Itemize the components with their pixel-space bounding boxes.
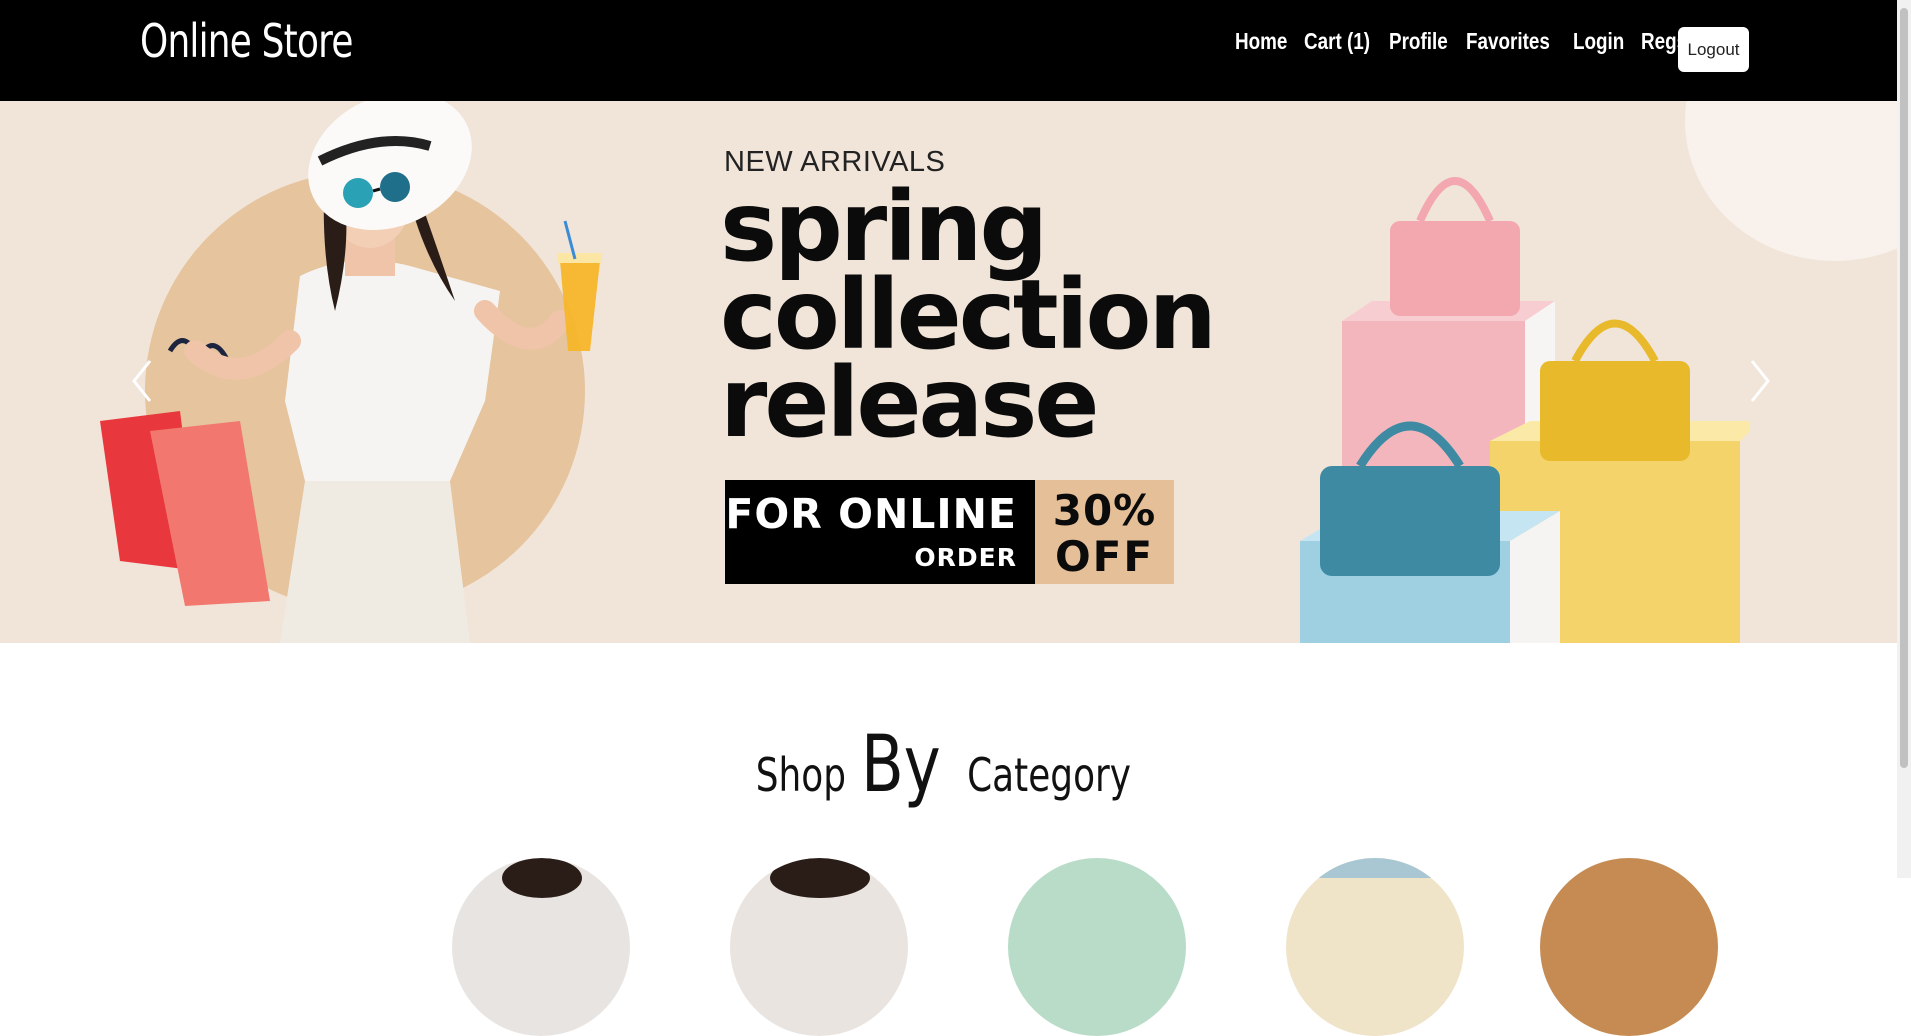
headline-line-2: collection [720,259,1217,371]
category-circle-2[interactable] [730,858,908,1036]
heading-category: Category [967,748,1132,802]
nav-favorites[interactable]: Favorites [1466,28,1550,55]
model-illustration [100,101,602,643]
logout-button[interactable]: Logout [1678,27,1749,72]
heading-by: By [861,720,942,810]
handbags-podium-illustration [1300,177,1750,643]
nav-login[interactable]: Login [1573,28,1624,55]
category-4-stripe [1286,858,1464,878]
hero-carousel: NEW ARRIVALS spring collection release F… [0,101,1897,643]
hero-headline: spring collection release [720,171,1217,459]
promo-line-2: ORDER [914,543,1017,572]
category-circle-1[interactable] [452,858,630,1036]
category-circle-4[interactable] [1286,858,1464,1036]
section-heading-category: Shop By Category [0,720,1897,810]
discount-line-1: 30% [1052,486,1157,535]
discount-box: 30% OFF [1035,480,1174,584]
carousel-prev-icon[interactable] [122,351,162,411]
discount-line-2: OFF [1054,532,1155,581]
scrollbar-thumb[interactable] [1900,8,1908,768]
category-circle-5[interactable] [1540,858,1718,1036]
headline-line-1: spring [720,171,1048,283]
nav-cart[interactable]: Cart (1) [1304,28,1370,55]
navbar: Online Store Home Cart (1) Profile Favor… [0,0,1897,101]
nav-home[interactable]: Home [1235,28,1287,55]
category-2-head [770,858,870,898]
nav-links: Home Cart (1) Profile Favorites Login Re… [1235,28,1719,55]
promo-box: FOR ONLINE ORDER [725,480,1035,584]
headline-line-3: release [720,347,1099,459]
page-scrollbar[interactable] [1897,0,1911,878]
category-1-head [502,858,582,898]
nav-profile[interactable]: Profile [1389,28,1448,55]
promo-line-1: FOR ONLINE [725,490,1017,538]
heading-shop: Shop [755,748,846,802]
category-circle-3[interactable] [1008,858,1186,1036]
brand-logo[interactable]: Online Store [140,14,353,68]
